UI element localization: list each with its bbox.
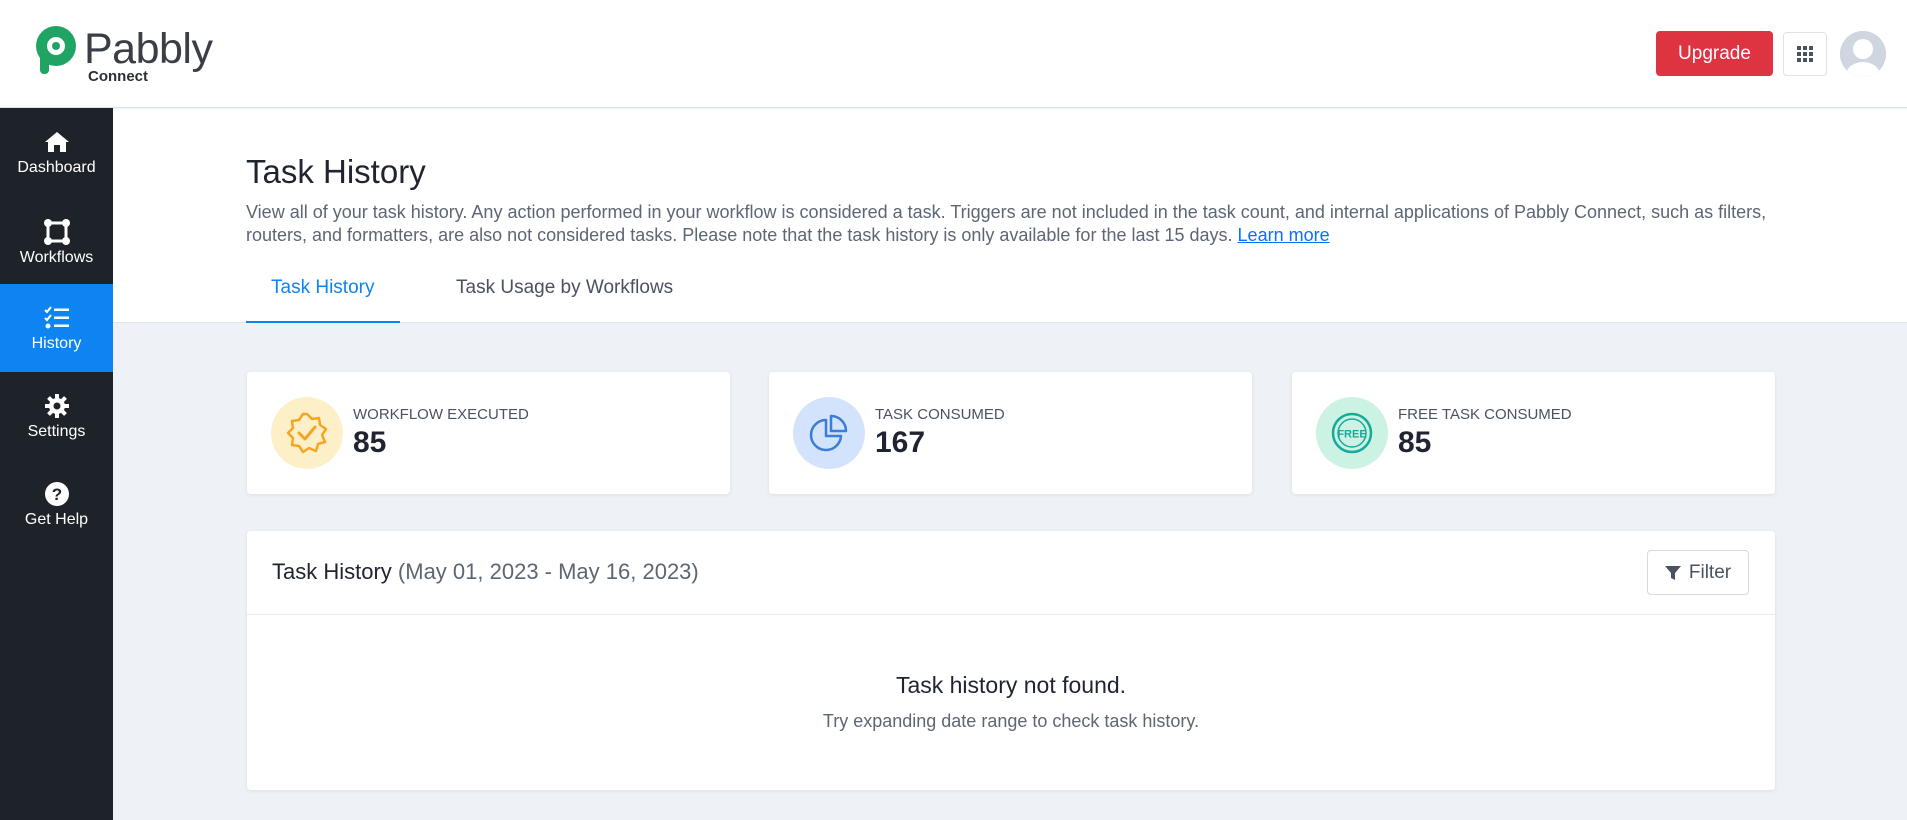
badge-check-icon bbox=[271, 397, 343, 469]
workflow-icon bbox=[43, 217, 71, 247]
page-header: Task History View all of your task histo… bbox=[113, 109, 1907, 323]
sidebar-item-label: Workflows bbox=[19, 249, 94, 266]
stat-value: 85 bbox=[353, 426, 387, 459]
sidebar-item-label: History bbox=[31, 335, 82, 352]
sidebar-item-history[interactable]: History bbox=[0, 284, 113, 372]
stat-card-workflow-executed: WORKFLOW EXECUTED 85 bbox=[247, 372, 730, 494]
filter-button[interactable]: Filter bbox=[1647, 550, 1749, 595]
stat-label: WORKFLOW EXECUTED bbox=[353, 406, 529, 423]
pabbly-logo-icon bbox=[36, 26, 76, 74]
panel-title-text: Task History bbox=[272, 559, 392, 584]
pabbly-connect-logo[interactable]: Pabbly Connect bbox=[34, 24, 213, 85]
tab-task-usage-by-workflows[interactable]: Task Usage by Workflows bbox=[456, 277, 673, 323]
gear-icon bbox=[44, 391, 69, 421]
tab-task-history[interactable]: Task History bbox=[246, 277, 400, 323]
apps-grid-button[interactable] bbox=[1783, 32, 1827, 76]
svg-text:FREE: FREE bbox=[1337, 429, 1366, 441]
user-avatar-icon bbox=[1840, 31, 1886, 77]
stat-value: 85 bbox=[1398, 426, 1432, 459]
stat-card-free-task-consumed: FREE FREE TASK CONSUMED 85 bbox=[1292, 372, 1775, 494]
filter-icon bbox=[1664, 565, 1681, 580]
empty-state-subtitle: Try expanding date range to check task h… bbox=[822, 711, 1200, 731]
panel-title: Task History (May 01, 2023 - May 16, 202… bbox=[272, 559, 699, 585]
upgrade-button[interactable]: Upgrade bbox=[1656, 31, 1773, 76]
stat-label: FREE TASK CONSUMED bbox=[1398, 406, 1572, 423]
stat-label: TASK CONSUMED bbox=[875, 406, 1005, 423]
svg-text:?: ? bbox=[51, 485, 61, 504]
stat-card-task-consumed: TASK CONSUMED 167 bbox=[769, 372, 1252, 494]
user-avatar[interactable] bbox=[1840, 31, 1886, 77]
pie-chart-icon bbox=[793, 397, 865, 469]
learn-more-link[interactable]: Learn more bbox=[1238, 225, 1330, 245]
sidebar-item-label: Dashboard bbox=[17, 159, 96, 176]
filter-label: Filter bbox=[1688, 561, 1732, 583]
sidebar-item-get-help[interactable]: ? Get Help bbox=[0, 460, 113, 548]
logo-subtext: Connect bbox=[88, 68, 148, 85]
page-description: View all of your task history. Any actio… bbox=[246, 201, 1806, 247]
task-history-panel: Task History (May 01, 2023 - May 16, 202… bbox=[247, 531, 1775, 790]
sidebar-item-dashboard[interactable]: Dashboard bbox=[0, 108, 113, 196]
panel-header: Task History (May 01, 2023 - May 16, 202… bbox=[247, 531, 1775, 615]
page-title: Task History bbox=[246, 153, 426, 190]
checklist-icon bbox=[43, 303, 70, 333]
question-icon: ? bbox=[44, 479, 69, 509]
sidebar-item-label: Settings bbox=[27, 423, 86, 440]
top-header: Pabbly Connect Upgrade bbox=[0, 0, 1907, 108]
free-badge-icon: FREE bbox=[1316, 397, 1388, 469]
stat-value: 167 bbox=[875, 426, 926, 459]
grid-icon bbox=[1797, 46, 1813, 62]
home-icon bbox=[44, 127, 70, 157]
sidebar-item-workflows[interactable]: Workflows bbox=[0, 198, 113, 286]
logo-text: Pabbly bbox=[84, 25, 213, 73]
sidebar-item-settings[interactable]: Settings bbox=[0, 372, 113, 460]
page-description-text: View all of your task history. Any actio… bbox=[246, 202, 1767, 245]
empty-state-title: Task history not found. bbox=[895, 672, 1127, 698]
sidebar-item-label: Get Help bbox=[24, 511, 89, 528]
date-range: (May 01, 2023 - May 16, 2023) bbox=[397, 559, 699, 584]
sidebar: Dashboard Workflows History Settings ? G… bbox=[0, 108, 113, 820]
